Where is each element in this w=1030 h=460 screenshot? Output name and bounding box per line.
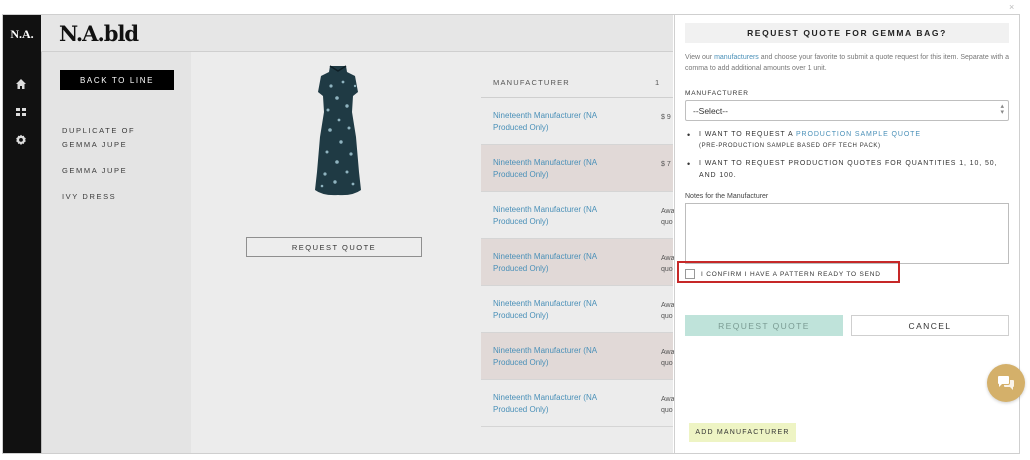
option-production-quantities-text: I WANT TO REQUEST PRODUCTION QUOTES FOR … — [699, 160, 998, 179]
confirm-pattern-checkbox[interactable] — [685, 269, 695, 279]
quote-value: Awa quo — [661, 255, 675, 273]
product-image — [303, 62, 373, 197]
table-header-manufacturer: MANUFACTURER — [493, 78, 570, 87]
close-icon[interactable]: × — [1009, 2, 1024, 12]
sidebar-item-gemma-jupe[interactable]: GEMMA JUPE — [62, 164, 172, 178]
logo-mark[interactable]: N.A. — [3, 15, 41, 53]
main-content: BACK TO LINE DUPLICATE OF GEMMA JUPE GEM… — [41, 52, 675, 453]
notes-label: Notes for the Manufacturer — [685, 193, 769, 200]
quote-value: $ 7 — [661, 161, 671, 168]
manufacturer-link[interactable]: Nineteenth Manufacturer (NA Produced Onl… — [493, 157, 617, 180]
table-row: Nineteenth Manufacturer (NA Produced Onl… — [481, 333, 675, 380]
manufacturer-table: MANUFACTURER 1 Nineteenth Manufacturer (… — [481, 52, 675, 453]
table-row: Nineteenth Manufacturer (NA Produced Onl… — [481, 286, 675, 333]
grid-icon[interactable] — [14, 105, 28, 119]
confirm-pattern-row[interactable]: I CONFIRM I HAVE A PATTERN READY TO SEND — [685, 268, 881, 280]
home-icon[interactable] — [14, 77, 28, 91]
quote-value: Awa quo — [661, 208, 675, 226]
table-row: Nineteenth Manufacturer (NA Produced Onl… — [481, 98, 673, 145]
manufacturer-label: MANUFACTURER — [685, 90, 749, 97]
quote-value: Awa quo — [661, 302, 675, 320]
option-production-sample-text: I WANT TO REQUEST A — [699, 131, 796, 138]
table-header-qty: 1 — [655, 78, 660, 87]
manufacturer-link[interactable]: Nineteenth Manufacturer (NA Produced Onl… — [493, 345, 617, 368]
gear-icon[interactable] — [14, 133, 28, 147]
quote-value: Awa quo — [661, 349, 675, 367]
table-row: Nineteenth Manufacturer (NA Produced Onl… — [481, 239, 675, 286]
manufacturer-link[interactable]: Nineteenth Manufacturer (NA Produced Onl… — [493, 204, 617, 227]
production-sample-quote-link[interactable]: PRODUCTION SAMPLE QUOTE — [796, 131, 921, 138]
select-arrows-icon: ▴ ▾ — [1000, 103, 1004, 116]
chat-icon — [998, 376, 1014, 390]
app-window: N.A. N.A.bld BACK TO LINE DUPLICATE OF G… — [2, 14, 1020, 454]
add-manufacturer-button[interactable]: ADD MANUFACTURER — [689, 423, 796, 442]
request-quote-button[interactable]: REQUEST QUOTE — [246, 237, 422, 257]
back-to-line-button[interactable]: BACK TO LINE — [60, 70, 174, 90]
icon-nav-bar: N.A. — [3, 15, 41, 453]
cancel-button[interactable]: CANCEL — [851, 315, 1009, 336]
dress-illustration — [315, 65, 361, 196]
product-panel: REQUEST QUOTE — [191, 52, 481, 453]
submit-request-quote-button[interactable]: REQUEST QUOTE — [685, 315, 843, 336]
request-quote-modal: REQUEST QUOTE FOR GEMMA BAG? View our ma… — [674, 15, 1019, 453]
chat-button[interactable] — [987, 364, 1025, 402]
manufacturers-link[interactable]: manufacturers — [714, 54, 759, 61]
sidebar-item-ivy-dress[interactable]: IVY DRESS — [62, 190, 172, 204]
intro-text-start: View our — [685, 54, 715, 61]
manufacturer-link[interactable]: Nineteenth Manufacturer (NA Produced Onl… — [493, 110, 617, 133]
line-sidebar: BACK TO LINE DUPLICATE OF GEMMA JUPE GEM… — [41, 52, 191, 453]
confirm-pattern-label: I CONFIRM I HAVE A PATTERN READY TO SEND — [701, 270, 881, 278]
notes-textarea[interactable] — [685, 203, 1009, 264]
sidebar-item-duplicate-gemma-jupe[interactable]: DUPLICATE OF GEMMA JUPE — [62, 124, 172, 152]
option-production-sample-subtext: (PRE-PRODUCTION SAMPLE BASED OFF TECH PA… — [699, 143, 881, 149]
table-row: Nineteenth Manufacturer (NA Produced Onl… — [481, 380, 675, 427]
quote-value: $ 9 — [661, 114, 671, 121]
manufacturer-select[interactable]: --Select-- ▴ ▾ — [685, 100, 1009, 121]
table-row: Nineteenth Manufacturer (NA Produced Onl… — [481, 192, 675, 239]
modal-intro-text: View our manufacturers and choose your f… — [685, 52, 1011, 74]
table-row: Nineteenth Manufacturer (NA Produced Onl… — [481, 145, 673, 192]
manufacturer-link[interactable]: Nineteenth Manufacturer (NA Produced Onl… — [493, 392, 617, 415]
brand-logo[interactable]: N.A.bld — [59, 21, 139, 46]
manufacturer-link[interactable]: Nineteenth Manufacturer (NA Produced Onl… — [493, 298, 617, 321]
manufacturer-link[interactable]: Nineteenth Manufacturer (NA Produced Onl… — [493, 251, 617, 274]
top-header: N.A.bld — [41, 15, 673, 52]
quote-value: Awa quo — [661, 396, 675, 414]
modal-title: REQUEST QUOTE FOR GEMMA BAG? — [685, 23, 1009, 43]
manufacturer-select-value: --Select-- — [693, 105, 728, 116]
bullet-icon: • — [687, 130, 692, 140]
bullet-icon: • — [687, 159, 692, 169]
